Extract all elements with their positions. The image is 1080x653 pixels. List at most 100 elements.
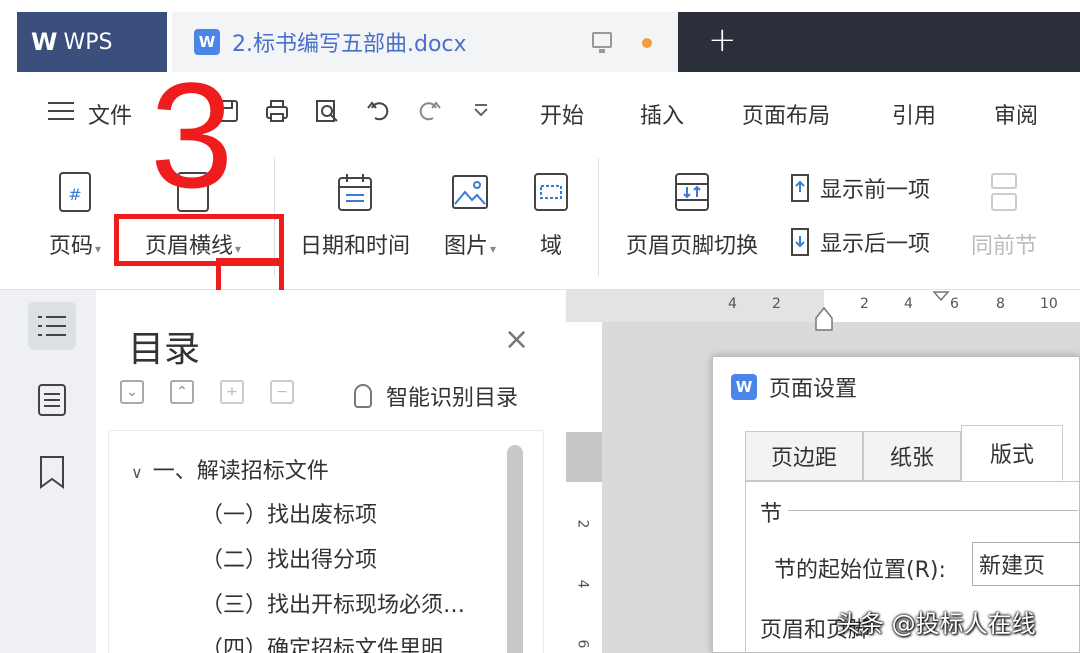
monitor-icon[interactable] [592,32,612,53]
same-as-previous-label: 同前节 [970,234,1037,259]
toc-item[interactable]: （四）确定招标文件里明… [201,631,465,653]
toc-item-level1[interactable]: ∨ 一、解读招标文件 [131,453,329,485]
vertical-ruler: 2 4 6 [566,322,602,653]
toc-panel: 目录 × ⌄ ⌃ + − 智能识别目录 ∨ 一、解读招标文件 （一）找出废标项 （… [96,290,566,653]
toc-item[interactable]: （三）找出开标现场必须… [201,587,465,619]
show-next-label: 显示后一项 [820,232,931,257]
watermark: 头条 @投标人在线 [836,610,1036,638]
toc-toolbar: ⌄ ⌃ + − [120,380,294,404]
date-time-button[interactable]: 日期和时间 [290,170,420,260]
indent-marker-icon[interactable] [814,306,834,332]
nav-outline-button[interactable] [28,376,76,424]
svg-text:#: # [68,185,81,204]
section-start-label: 节的起始位置(R): [774,558,946,583]
undo-icon[interactable] [366,98,392,124]
add-item-icon[interactable]: + [220,380,244,404]
lightbulb-icon [354,384,372,408]
tab-margins[interactable]: 页边距 [745,431,863,481]
print-icon[interactable] [264,98,290,124]
calendar-icon [338,174,372,211]
horizontal-ruler: 2 4 6 8 10 [824,290,1080,322]
toc-item[interactable]: （一）找出废标项 [201,497,377,529]
header-footer-switch-button[interactable]: 页眉页脚切换 [614,170,770,260]
document-tab-title: 2.标书编写五部曲.docx [232,32,467,57]
unsaved-dot-icon [642,38,652,48]
dialog-title: 页面设置 [769,377,858,402]
left-nav-strip [0,290,96,653]
divider [788,510,1078,511]
show-next-icon [791,228,809,256]
wps-writer-icon: W [731,374,757,400]
field-label: 域 [539,234,562,259]
ruler-margin [566,432,602,482]
wps-logo-icon: W [31,28,58,56]
wps-window: W WPS W 2.标书编写五部曲.docx + 文件 开始 插入 页面布局 引… [0,0,1080,653]
show-previous-button[interactable]: 显示前一项 [786,172,930,204]
section-start-select[interactable]: 新建页 [972,542,1080,586]
ruler-tick: 10 [1040,296,1058,312]
show-previous-icon [791,174,809,202]
show-next-button[interactable]: 显示后一项 [786,226,930,258]
section-heading: 节 [760,502,783,527]
file-menu[interactable]: 文件 [88,98,132,130]
nav-toc-button[interactable] [28,302,76,350]
header-footer-switch-label: 页眉页脚切换 [625,234,758,259]
menu-icon[interactable] [48,102,74,122]
ruler-tick: 2 [860,296,869,312]
ruler-tick: 8 [996,296,1005,312]
dialog-title-bar: W 页面设置 [731,371,857,403]
ruler-tick: 6 [950,296,959,312]
tab-paper[interactable]: 纸张 [863,431,961,481]
customize-dropdown-icon[interactable] [468,98,494,124]
ruler-tick: 2 [574,519,591,529]
ruler-tick: 4 [574,579,591,589]
same-as-previous-icon [991,173,1017,211]
same-as-previous-button[interactable]: 同前节 [964,170,1044,260]
tab-references[interactable]: 引用 [892,98,936,130]
document-tab[interactable]: W 2.标书编写五部曲.docx [172,12,678,72]
toc-list-icon [38,316,66,336]
ruler-tick: 6 [574,639,591,649]
tab-page-layout[interactable]: 页面布局 [742,98,830,130]
ruler-tick: 4 [904,296,913,312]
picture-icon [452,175,488,209]
remove-item-icon[interactable]: − [270,380,294,404]
nav-bookmark-button[interactable] [28,448,76,496]
field-button[interactable]: 域 [526,170,576,260]
expand-all-icon[interactable]: ⌄ [120,380,144,404]
new-tab-button[interactable]: + [708,20,737,60]
bookmark-icon [40,456,64,489]
collapse-all-icon[interactable]: ⌃ [170,380,194,404]
smart-toc-button[interactable]: 智能识别目录 [354,380,518,412]
tab-review[interactable]: 审阅 [994,98,1038,130]
document-outline-icon [38,384,66,416]
ruler-tick: 2 [772,296,781,312]
date-time-label: 日期和时间 [299,234,410,259]
step-number-annotation: 3 [150,51,234,219]
ruler-margin: 4 2 [566,290,824,322]
print-preview-icon[interactable] [314,98,340,124]
picture-label: 图片 [443,234,488,259]
close-icon[interactable]: × [504,322,529,357]
toc-item[interactable]: （二）找出得分项 [201,542,377,574]
tab-home[interactable]: 开始 [540,98,584,130]
show-previous-label: 显示前一项 [820,178,931,203]
page-number-icon: # [59,172,91,212]
toc-list: ∨ 一、解读招标文件 （一）找出废标项 （二）找出得分项 （三）找出开标现场必须…… [108,430,544,653]
tab-strip-empty: + [678,12,1080,72]
field-icon [534,173,568,211]
page-number-button[interactable]: # 页码 ▾ [40,170,110,260]
tab-layout[interactable]: 版式 [961,425,1063,481]
wps-home-tab[interactable]: W WPS [17,12,167,72]
app-name: WPS [63,29,113,55]
header-footer-switch-icon [675,173,709,211]
toc-scrollbar[interactable] [507,445,523,653]
chevron-down-icon[interactable]: ∨ [131,463,143,482]
redo-icon[interactable] [416,98,442,124]
toc-title: 目录 [128,329,201,370]
picture-button[interactable]: 图片 ▾ [434,170,506,260]
tab-insert[interactable]: 插入 [640,98,684,130]
ruler-tick: 4 [728,296,737,312]
right-indent-marker-icon[interactable] [932,290,950,302]
smart-toc-label: 智能识别目录 [386,386,519,411]
